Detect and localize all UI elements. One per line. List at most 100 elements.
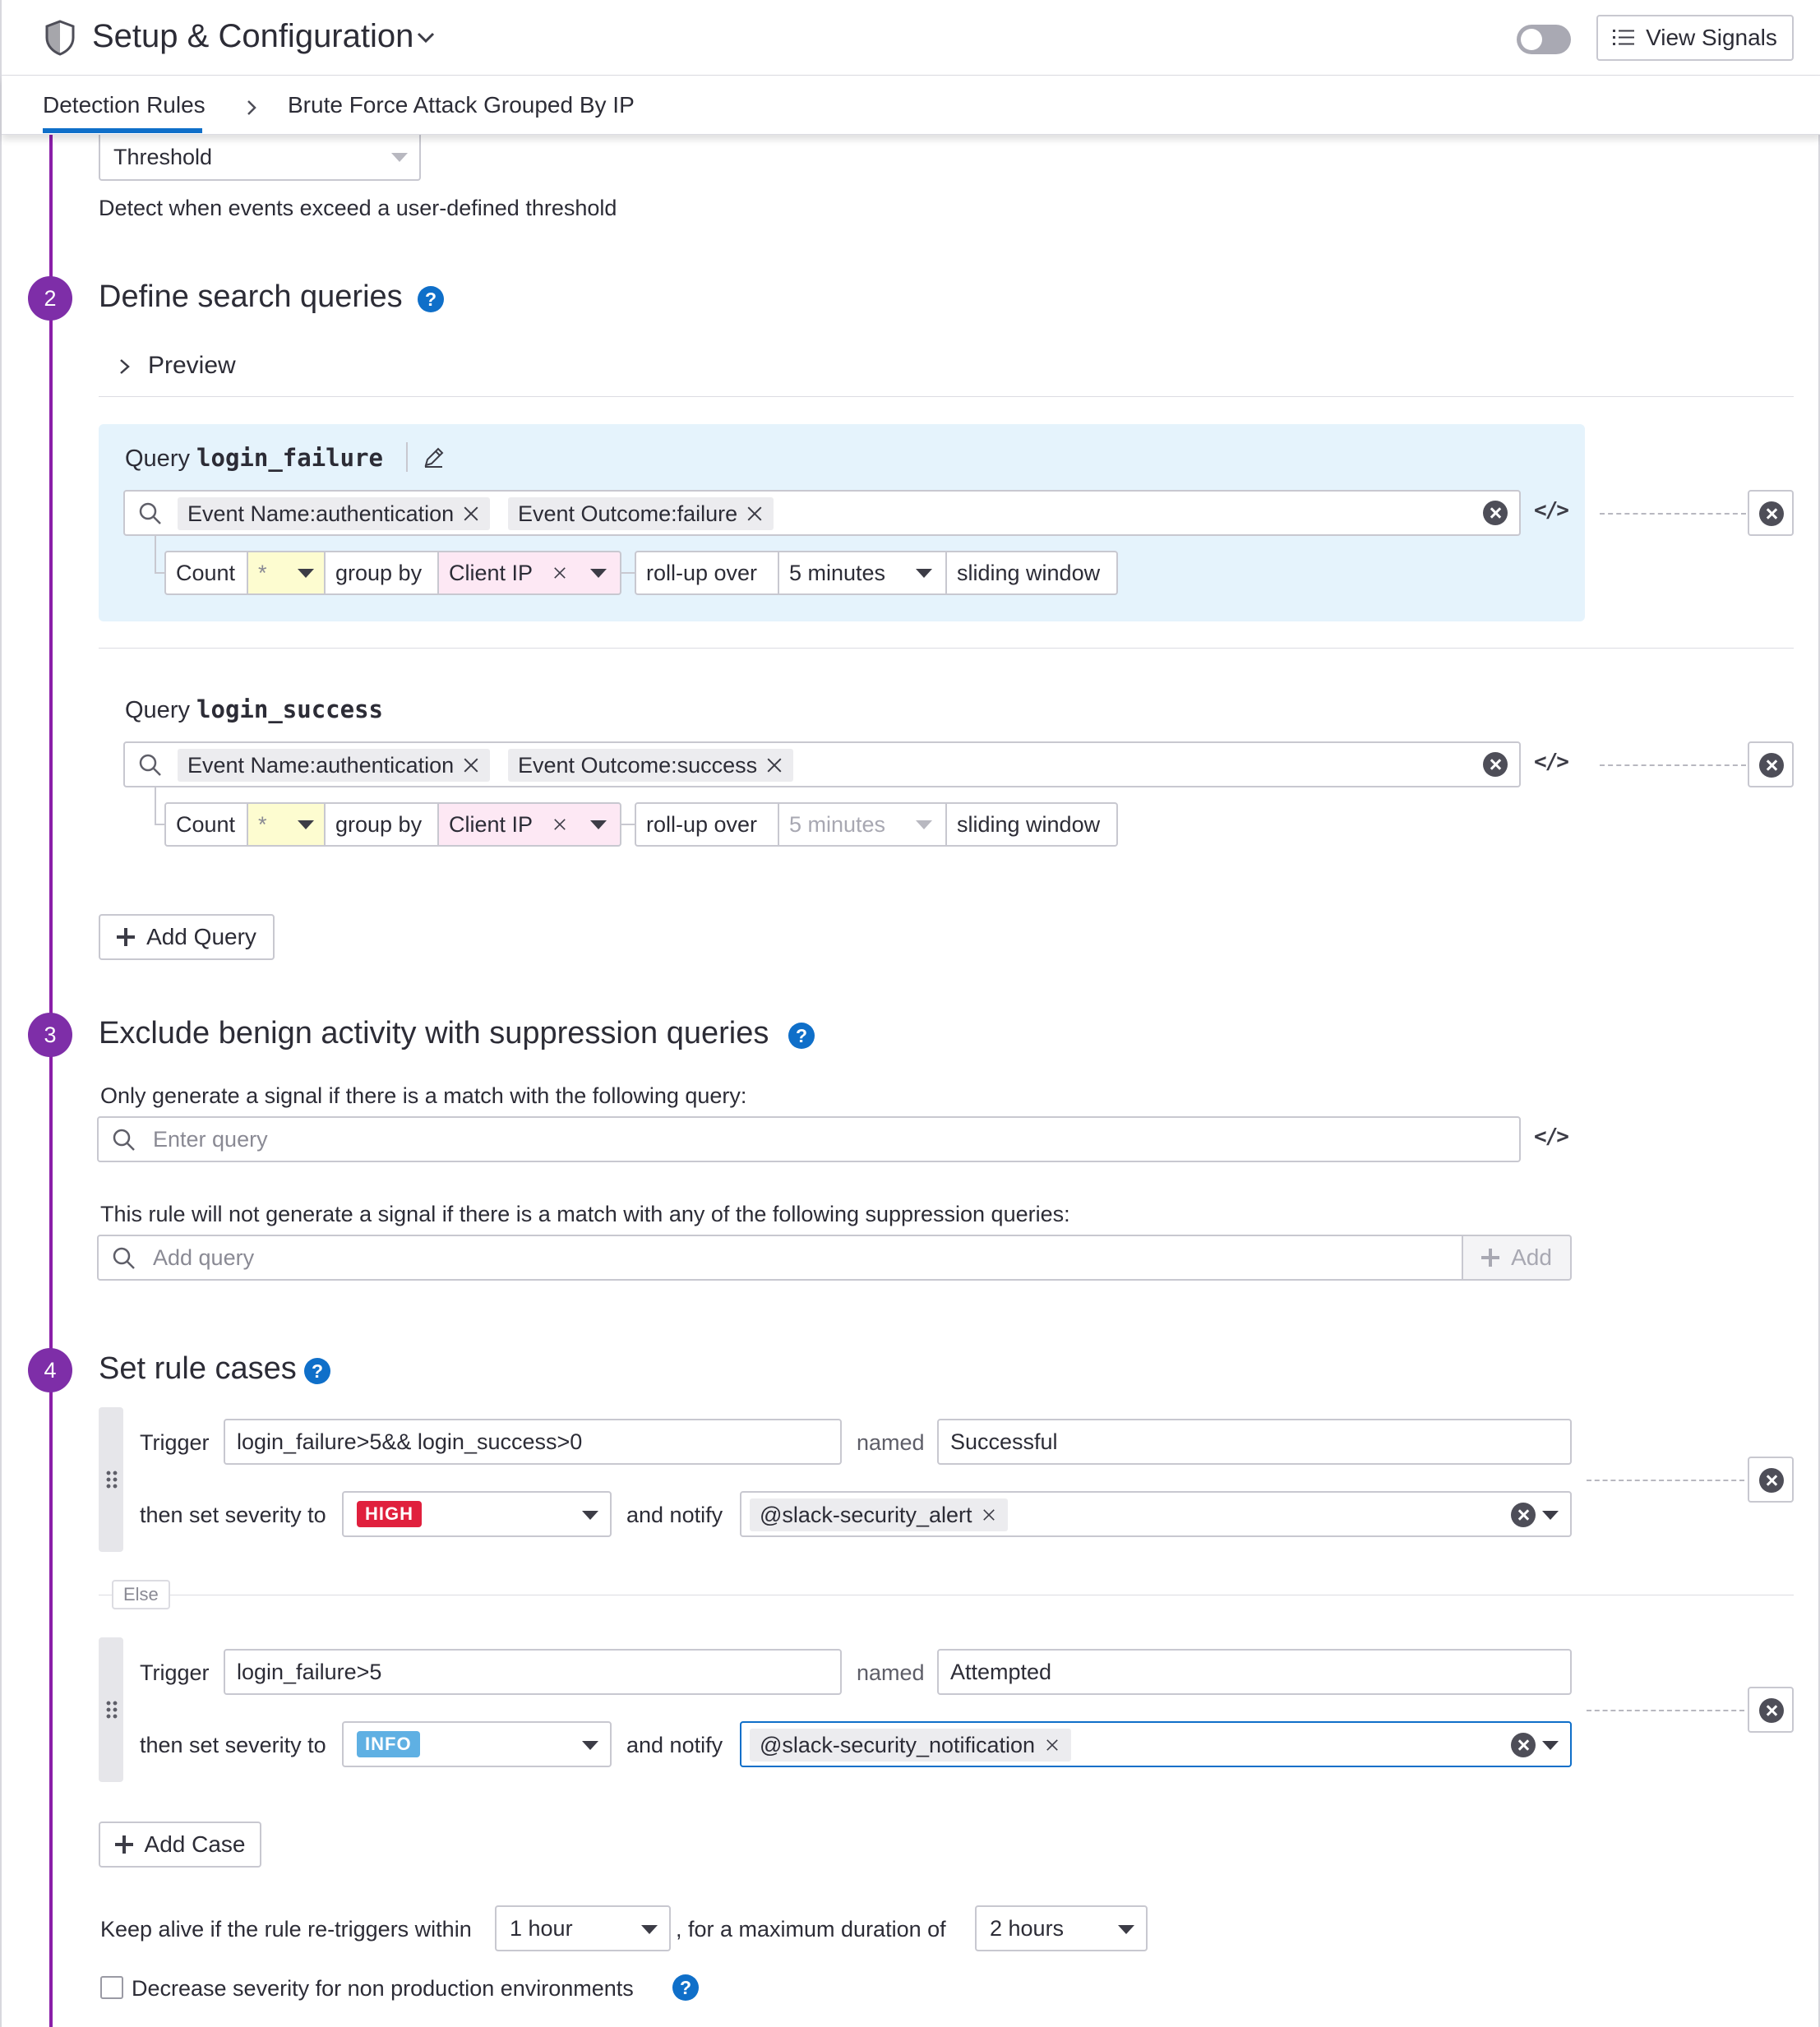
close-icon[interactable] [552, 566, 567, 580]
search-icon [139, 754, 161, 776]
add-case-button[interactable]: Add Case [99, 1822, 261, 1868]
suppression-query-input[interactable]: Add query [97, 1235, 1463, 1281]
signals-toggle[interactable] [1517, 25, 1571, 54]
query-search-input[interactable]: Event Name:authentication Event Outcome:… [123, 490, 1521, 536]
clear-icon[interactable] [1511, 1503, 1536, 1527]
tab-detection-rules[interactable]: Detection Rules [43, 92, 206, 118]
help-icon[interactable]: ? [418, 286, 444, 312]
chevron-down-icon[interactable] [414, 26, 437, 49]
close-icon[interactable] [765, 756, 783, 774]
remove-query-button[interactable] [1748, 741, 1794, 787]
rollup-label: roll-up over [635, 802, 779, 847]
code-icon[interactable]: </> [1534, 1124, 1569, 1149]
measure-select[interactable]: * [247, 551, 326, 595]
code-icon[interactable]: </> [1534, 498, 1569, 523]
remove-case-button[interactable] [1748, 1687, 1794, 1733]
chevron-right-icon[interactable] [117, 355, 133, 378]
connector-line [1600, 513, 1746, 515]
breadcrumb: Detection Rules Brute Force Attack Group… [2, 76, 1820, 135]
group-by-select[interactable]: Client IP [437, 551, 621, 595]
decrease-severity-checkbox[interactable] [100, 1976, 123, 1999]
severity-label: then set severity to [140, 1733, 326, 1757]
group-by-select[interactable]: Client IP [437, 802, 621, 847]
detection-method-description: Detect when events exceed a user-defined… [99, 196, 617, 220]
view-signals-button[interactable]: View Signals [1596, 15, 1794, 61]
pencil-icon[interactable] [423, 446, 446, 469]
clear-icon[interactable] [1483, 752, 1508, 777]
preview-toggle[interactable]: Preview [148, 352, 236, 380]
drag-handle[interactable] [99, 1637, 123, 1782]
close-icon[interactable] [746, 505, 764, 523]
case-name-input[interactable]: Attempted [937, 1649, 1572, 1695]
separator [406, 442, 408, 472]
decrease-severity-label: Decrease severity for non production env… [132, 1976, 634, 2001]
query-search-input[interactable]: Event Name:authentication Event Outcome:… [123, 741, 1521, 787]
connector-line [1600, 764, 1746, 766]
trigger-input[interactable]: login_failure>5 [224, 1649, 842, 1695]
section-title-search-queries: Define search queries [99, 279, 403, 314]
trigger-input[interactable]: login_failure>5&& login_success>0 [224, 1419, 842, 1465]
severity-select[interactable]: HIGH [342, 1491, 612, 1537]
clear-icon [1759, 501, 1784, 526]
chevron-right-icon [247, 100, 256, 115]
query-tag: Event Name:authentication [178, 497, 491, 530]
caret-down-icon [391, 153, 408, 162]
query-tag: Event Name:authentication [178, 749, 491, 782]
notify-label: and notify [626, 1733, 723, 1757]
detection-method-select[interactable]: Threshold [99, 135, 421, 181]
clear-icon [1759, 1698, 1784, 1723]
help-icon[interactable]: ? [304, 1358, 330, 1384]
caret-down-icon [582, 1511, 598, 1520]
aggregation-label: Count [164, 551, 248, 595]
drag-handle[interactable] [99, 1407, 123, 1552]
caret-down-icon [1542, 1741, 1559, 1750]
match-query-placeholder: Enter query [153, 1126, 268, 1152]
caret-down-icon [298, 569, 314, 578]
query-bracket [155, 536, 164, 574]
notify-select[interactable]: @slack-security_notification [740, 1721, 1572, 1767]
close-icon[interactable] [1045, 1738, 1060, 1752]
keep-alive-select[interactable]: 1 hour [495, 1905, 671, 1951]
match-query-input[interactable]: Enter query [97, 1116, 1521, 1162]
step-number-4: 4 [28, 1348, 72, 1392]
suppression-query-placeholder: Add query [153, 1244, 255, 1270]
case-name-input[interactable]: Successful [937, 1419, 1572, 1465]
clear-icon [1759, 753, 1784, 778]
list-icon [1613, 30, 1635, 45]
remove-case-button[interactable] [1748, 1457, 1794, 1503]
rollup-select[interactable]: 5 minutes [778, 551, 947, 595]
drag-handle-icon [105, 1470, 118, 1489]
rollup-label: roll-up over [635, 551, 779, 595]
section-title-rule-cases: Set rule cases [99, 1351, 297, 1386]
top-header: Setup & Configuration View Signals [2, 0, 1820, 76]
caret-down-icon [582, 1741, 598, 1750]
max-duration-select[interactable]: 2 hours [975, 1905, 1148, 1951]
trigger-label: Trigger [140, 1660, 210, 1685]
search-icon [139, 502, 161, 524]
close-icon[interactable] [462, 505, 480, 523]
severity-label: then set severity to [140, 1503, 326, 1527]
close-icon[interactable] [982, 1508, 997, 1522]
remove-query-button[interactable] [1748, 490, 1794, 536]
add-suppression-button[interactable]: Add [1462, 1235, 1572, 1281]
caret-down-icon [1118, 1925, 1134, 1934]
severity-select[interactable]: INFO [342, 1721, 612, 1767]
notify-select[interactable]: @slack-security_alert [740, 1491, 1572, 1537]
close-icon[interactable] [462, 756, 480, 774]
else-label: Else [112, 1580, 170, 1609]
add-query-button[interactable]: Add Query [99, 914, 275, 960]
caret-down-icon [590, 820, 607, 829]
help-icon[interactable]: ? [672, 1974, 699, 2001]
code-icon[interactable]: </> [1534, 750, 1569, 774]
section-title-suppression: Exclude benign activity with suppression… [99, 1016, 769, 1050]
measure-select[interactable]: * [247, 802, 326, 847]
window-label: sliding window [945, 551, 1118, 595]
help-icon[interactable]: ? [788, 1023, 815, 1049]
close-icon[interactable] [552, 817, 567, 832]
query-bracket [155, 787, 164, 825]
clear-icon[interactable] [1483, 501, 1508, 525]
drag-handle-icon [105, 1700, 118, 1720]
timeline-line [49, 135, 53, 2027]
clear-icon[interactable] [1511, 1733, 1536, 1757]
divider [99, 396, 1794, 397]
